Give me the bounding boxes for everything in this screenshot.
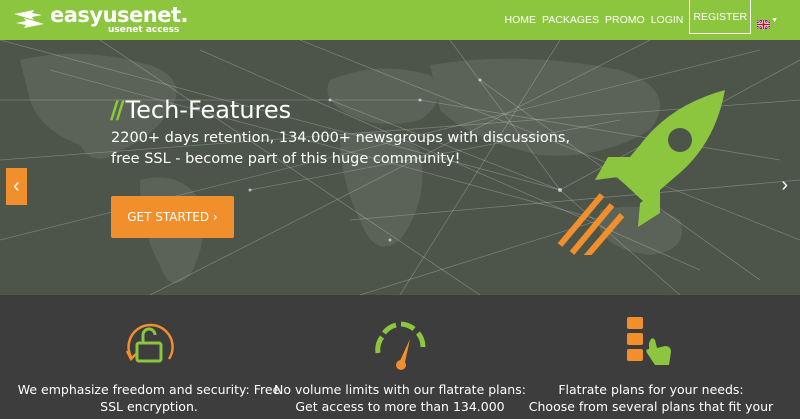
- english-flag-icon[interactable]: [756, 16, 771, 30]
- brand-tagline: usenet access: [108, 25, 180, 35]
- hero-slider: ‹ › //Tech-Features 2200+ days retention…: [0, 40, 800, 295]
- feature-plans: Flatrate plans for your needs: Choose fr…: [518, 295, 784, 419]
- feature-plans-line1: Flatrate plans for your needs:: [558, 382, 744, 397]
- open-lock-icon: [125, 323, 174, 363]
- feature-security: We emphasize freedom and security: Free …: [16, 295, 282, 419]
- main-nav: HOME PACKAGES PROMO LOGIN REGISTER ▼: [499, 0, 778, 40]
- feature-volume-text: No volume limits with our flatrate plans…: [267, 381, 533, 415]
- feature-volume: No volume limits with our flatrate plans…: [267, 295, 533, 419]
- feature-plans-text: Flatrate plans for your needs: Choose fr…: [518, 381, 784, 415]
- hero-subtitle-line1: 2200+ days retention, 134.000+ newsgroup…: [111, 130, 571, 146]
- nav-promo[interactable]: PROMO: [605, 14, 645, 26]
- plan-select-icon: [627, 317, 671, 365]
- feature-plans-line2: Choose from several plans that fit your: [528, 399, 774, 414]
- brand-logo[interactable]: easyusenet. usenet access: [12, 3, 189, 36]
- slider-prev-button[interactable]: ‹: [6, 168, 27, 205]
- rocket-icon: [557, 90, 725, 255]
- nav-packages[interactable]: PACKAGES: [542, 14, 599, 26]
- features-section: We emphasize freedom and security: Free …: [0, 295, 800, 419]
- get-started-button[interactable]: GET STARTED ›: [111, 196, 234, 238]
- nav-home[interactable]: HOME: [505, 14, 537, 26]
- hero-title-text: Tech-Features: [125, 96, 292, 124]
- feature-volume-line1: No volume limits with our flatrate plans…: [274, 382, 526, 397]
- feature-security-line2: SSL encryption.: [100, 399, 198, 414]
- nav-login[interactable]: LOGIN: [651, 14, 684, 26]
- feature-security-line1: We emphasize freedom and security: Free: [17, 382, 281, 397]
- hero-subtitle-line2: free SSL - become part of this huge comm…: [111, 151, 461, 167]
- speedometer-icon: [375, 321, 426, 370]
- slider-next-button[interactable]: ›: [781, 174, 788, 197]
- feature-volume-line2: Get access to more than 134.000: [295, 399, 505, 414]
- brand-name: easyusenet.: [50, 3, 189, 27]
- hero-title: //Tech-Features: [110, 96, 291, 124]
- language-caret-icon[interactable]: ▼: [771, 17, 778, 24]
- title-slashes: //: [110, 96, 124, 124]
- nav-register[interactable]: REGISTER: [689, 0, 752, 34]
- site-header: easyusenet. usenet access HOME PACKAGES …: [0, 0, 800, 40]
- logo-arrows-icon: [14, 10, 44, 28]
- feature-security-text: We emphasize freedom and security: Free …: [16, 381, 282, 415]
